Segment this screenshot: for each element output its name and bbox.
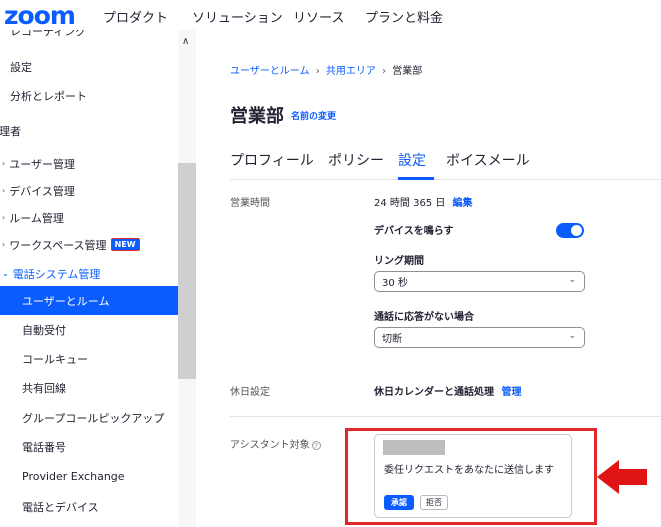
sidebar-item-provider-exchange[interactable]: Provider Exchange xyxy=(0,462,178,491)
sidebar-item-label: レコーディング xyxy=(10,30,87,38)
chevron-right-icon: › xyxy=(2,186,6,195)
business-hours-value: 24 時間 365 日 編集 xyxy=(374,194,473,209)
sidebar-item-label: コールキュー xyxy=(22,352,88,366)
chevron-down-icon: ⌄ xyxy=(568,331,576,341)
tab-voicemail[interactable]: ボイスメール xyxy=(446,150,530,170)
sidebar-item-shared-lines[interactable]: 共有回線 xyxy=(0,373,178,402)
ring-devices-toggle[interactable] xyxy=(556,223,584,238)
sidebar-item-analytics[interactable]: 分析とレポート xyxy=(0,81,178,110)
sidebar-item-phones-and-devices[interactable]: 電話とデバイス xyxy=(0,492,178,521)
assistant-label: アシスタント対象? xyxy=(230,436,321,451)
delegation-request-card: 委任リクエストをあなたに送信します 承認 拒否 xyxy=(374,434,572,518)
sidebar-item-phone-system-management[interactable]: ⌄ 電話システム管理 xyxy=(0,259,178,288)
sidebar-section-admin: 管理者 xyxy=(0,116,178,145)
sidebar-item-room-management[interactable]: › ルーム管理 xyxy=(0,203,178,232)
top-nav: zoom プロダクト ソリューション リソース プランと料金 xyxy=(0,0,661,30)
tab-bar: プロフィール ポリシー 設定 ボイスメール xyxy=(230,150,661,180)
redacted-name xyxy=(383,440,445,455)
breadcrumb-users-and-rooms[interactable]: ユーザーとルーム xyxy=(230,66,310,77)
pointer-arrow-icon xyxy=(597,460,647,494)
sidebar-item-user-management[interactable]: › ユーザー管理 xyxy=(0,149,178,178)
new-badge: NEW xyxy=(110,238,140,251)
chevron-down-icon: ⌄ xyxy=(568,275,576,285)
sidebar-item-label: 自動受付 xyxy=(22,323,66,337)
sidebar-item-label: 分析とレポート xyxy=(10,89,87,103)
sidebar-item-label: 電話番号 xyxy=(22,440,66,454)
section-divider xyxy=(230,416,661,417)
chevron-right-icon: › xyxy=(2,159,6,168)
tab-settings[interactable]: 設定 xyxy=(398,150,426,170)
delegation-request-text: 委任リクエストをあなたに送信します xyxy=(384,465,554,476)
business-hours-text: 24 時間 365 日 xyxy=(374,198,446,209)
holiday-text: 休日カレンダーと通話処理 xyxy=(374,387,494,398)
tab-policy[interactable]: ポリシー xyxy=(328,150,384,170)
sidebar-item-users-and-rooms[interactable]: ユーザーとルーム xyxy=(0,286,178,315)
active-tab-indicator xyxy=(398,177,434,180)
nav-resources[interactable]: リソース xyxy=(293,7,344,26)
sidebar-item-label: デバイス管理 xyxy=(9,184,75,198)
zoom-logo[interactable]: zoom xyxy=(4,1,76,30)
sidebar-section-label: 管理者 xyxy=(0,124,21,138)
sidebar-item-label: ユーザー管理 xyxy=(9,157,75,171)
sidebar-item-label: 設定 xyxy=(10,60,32,74)
holiday-value: 休日カレンダーと通話処理 管理 xyxy=(374,383,521,398)
no-answer-select[interactable]: 切断 ⌄ xyxy=(374,327,585,348)
page-title: 営業部 xyxy=(230,106,284,127)
sidebar-item-label: ユーザーとルーム xyxy=(22,294,110,308)
business-hours-label: 営業時間 xyxy=(230,198,270,209)
sidebar-item-recording[interactable]: レコーディング xyxy=(0,30,178,38)
breadcrumb-common-area[interactable]: 共用エリア xyxy=(326,66,376,77)
sidebar-item-phone-numbers[interactable]: 電話番号 xyxy=(0,432,178,461)
no-answer-value: 切断 xyxy=(382,334,402,345)
nav-products[interactable]: プロダクト xyxy=(103,7,168,26)
chevron-right-icon: › xyxy=(2,213,6,222)
chevron-up-icon[interactable]: ∧ xyxy=(182,36,189,47)
sidebar-scroll-thumb[interactable] xyxy=(178,163,196,379)
sidebar-item-auto-receptionist[interactable]: 自動受付 xyxy=(0,315,178,344)
sidebar-item-label: グループコールピックアップ xyxy=(22,411,165,425)
tab-profile[interactable]: プロフィール xyxy=(230,150,314,170)
breadcrumb-separator: › xyxy=(382,66,387,77)
sidebar-item-label: ワークスペース管理 xyxy=(9,238,107,252)
no-answer-label: 通話に応答がない場合 xyxy=(374,312,474,323)
breadcrumb-current: 営業部 xyxy=(392,66,423,77)
holiday-label: 休日設定 xyxy=(230,387,270,398)
ring-duration-value: 30 秒 xyxy=(382,278,408,289)
chevron-right-icon: › xyxy=(2,240,6,249)
accept-button[interactable]: 承認 xyxy=(384,495,414,510)
sidebar-item-label: ルーム管理 xyxy=(9,211,64,225)
nav-plans-pricing[interactable]: プランと料金 xyxy=(365,7,443,26)
breadcrumb: ユーザーとルーム › 共用エリア › 営業部 xyxy=(230,62,422,77)
rename-link[interactable]: 名前の変更 xyxy=(291,109,336,122)
sidebar-item-group-call-pickup[interactable]: グループコールピックアップ xyxy=(0,403,178,432)
ring-duration-select[interactable]: 30 秒 ⌄ xyxy=(374,271,585,292)
sidebar-item-workspace-management[interactable]: › ワークスペース管理 NEW xyxy=(0,230,178,259)
breadcrumb-separator: › xyxy=(315,66,320,77)
chevron-down-icon: ⌄ xyxy=(2,269,9,278)
sidebar-item-label: 共有回線 xyxy=(22,381,66,395)
sidebar-item-label: 電話システム管理 xyxy=(12,267,101,281)
sidebar-item-label: Provider Exchange xyxy=(22,470,125,483)
sidebar-item-device-management[interactable]: › デバイス管理 xyxy=(0,176,178,205)
reject-button[interactable]: 拒否 xyxy=(420,495,448,510)
sidebar-item-call-queue[interactable]: コールキュー xyxy=(0,344,178,373)
sidebar-item-settings[interactable]: 設定 xyxy=(0,52,178,81)
business-hours-edit-link[interactable]: 編集 xyxy=(453,198,473,209)
ring-devices-label: デバイスを鳴らす xyxy=(374,226,454,237)
help-icon[interactable]: ? xyxy=(311,441,321,450)
sidebar-item-label: 電話とデバイス xyxy=(22,500,99,514)
ring-duration-label: リング期間 xyxy=(374,256,424,267)
nav-solutions[interactable]: ソリューション xyxy=(192,7,283,26)
assistant-label-text: アシスタント対象 xyxy=(230,440,310,451)
sidebar: レコーディング 設定 分析とレポート 管理者 ›ユーザー管理 ›デバイス管理 ›… xyxy=(0,30,196,527)
holiday-manage-link[interactable]: 管理 xyxy=(501,387,521,398)
